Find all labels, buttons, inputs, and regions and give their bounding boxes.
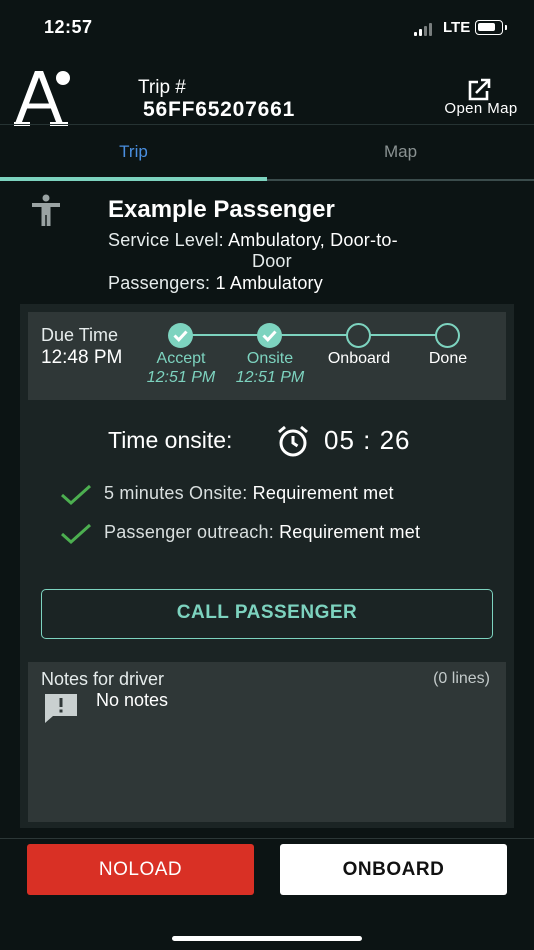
trip-number: 56FF65207661 <box>143 98 296 121</box>
trip-number-label: Trip # <box>138 77 186 98</box>
step-accept-label: Accept <box>156 350 206 367</box>
time-onsite: Time onsite: 05 : 26 <box>20 424 514 460</box>
step-onboard-label: Onboard <box>327 350 391 367</box>
trip-header: Trip # 56FF65207661 Open Map <box>0 56 534 126</box>
tab-bar: Trip Map <box>0 124 534 182</box>
feedback-message-icon <box>45 694 77 723</box>
call-passenger-button[interactable]: CALL PASSENGER <box>41 589 493 639</box>
trip-status-card: Due Time 12:48 PM Accept Onsite Onboard … <box>20 304 514 828</box>
battery-icon <box>475 20 507 35</box>
accessibility-person-icon <box>32 194 60 226</box>
check-icon <box>61 523 92 545</box>
notes-for-driver: Notes for driver (0 lines) No notes <box>28 662 506 822</box>
passenger-name: Example Passenger <box>108 196 335 223</box>
status-time: 12:57 <box>44 17 93 37</box>
trip-progress: Due Time 12:48 PM Accept Onsite Onboard … <box>28 312 506 400</box>
requirement-outreach-text: Passenger outreach: Requirement met <box>104 522 420 543</box>
step-accept-check-icon <box>168 323 193 348</box>
requirement-onsite-label: 5 minutes Onsite: <box>104 483 248 503</box>
requirement-outreach: Passenger outreach: Requirement met <box>60 521 510 547</box>
action-bar-divider <box>0 838 534 839</box>
open-map-label: Open Map <box>444 100 518 117</box>
requirement-onsite: 5 minutes Onsite: Requirement met <box>60 482 510 508</box>
notes-text: No notes <box>96 690 169 710</box>
service-level: Service Level: Ambulatory, Door-to- <box>108 230 398 251</box>
tab-divider <box>267 179 534 181</box>
progress-line <box>192 334 450 336</box>
home-indicator[interactable] <box>172 936 362 941</box>
open-map-button[interactable]: Open Map <box>437 76 527 120</box>
alarm-clock-icon <box>278 425 308 457</box>
requirement-outreach-status: Requirement met <box>279 522 421 542</box>
step-accept-time: 12:51 PM <box>146 369 216 386</box>
external-link-icon <box>468 78 491 101</box>
step-done-circle-icon <box>435 323 460 348</box>
tab-map[interactable]: Map <box>267 125 534 183</box>
step-onboard-circle-icon <box>346 323 371 348</box>
step-onsite-label: Onsite <box>246 350 294 367</box>
onboard-button[interactable]: ONBOARD <box>280 844 507 895</box>
due-time-value: 12:48 PM <box>41 347 123 368</box>
noload-button[interactable]: NOLOAD <box>27 844 254 895</box>
notes-line-count: (0 lines) <box>433 670 490 687</box>
time-onsite-timer: 05 : 26 <box>324 425 411 455</box>
passenger-count: Passengers: 1 Ambulatory <box>108 273 323 294</box>
notes-title: Notes for driver <box>41 669 165 689</box>
tab-active-indicator <box>0 177 267 181</box>
tab-trip[interactable]: Trip <box>0 125 267 183</box>
passengers-value: 1 Ambulatory <box>215 273 323 293</box>
status-bar: 12:57 LTE <box>0 0 534 56</box>
service-level-value-continued: Door <box>252 251 292 271</box>
due-time-label: Due Time <box>41 325 119 345</box>
time-onsite-label: Time onsite: <box>108 427 233 453</box>
app-logo-icon <box>14 71 70 126</box>
step-onsite-time: 12:51 PM <box>235 369 305 386</box>
requirement-onsite-text: 5 minutes Onsite: Requirement met <box>104 483 394 504</box>
service-level-value: Ambulatory, Door-to- <box>228 230 398 250</box>
network-type: LTE <box>443 19 471 36</box>
step-done-label: Done <box>428 350 468 367</box>
service-level-label: Service Level: <box>108 230 224 250</box>
passenger-info: Example Passenger Service Level: Ambulat… <box>0 190 534 300</box>
check-icon <box>61 484 92 506</box>
signal-icon <box>414 22 438 36</box>
step-onsite-check-icon <box>257 323 282 348</box>
passengers-label: Passengers: <box>108 273 211 293</box>
requirement-onsite-status: Requirement met <box>252 483 394 503</box>
requirement-outreach-label: Passenger outreach: <box>104 522 274 542</box>
